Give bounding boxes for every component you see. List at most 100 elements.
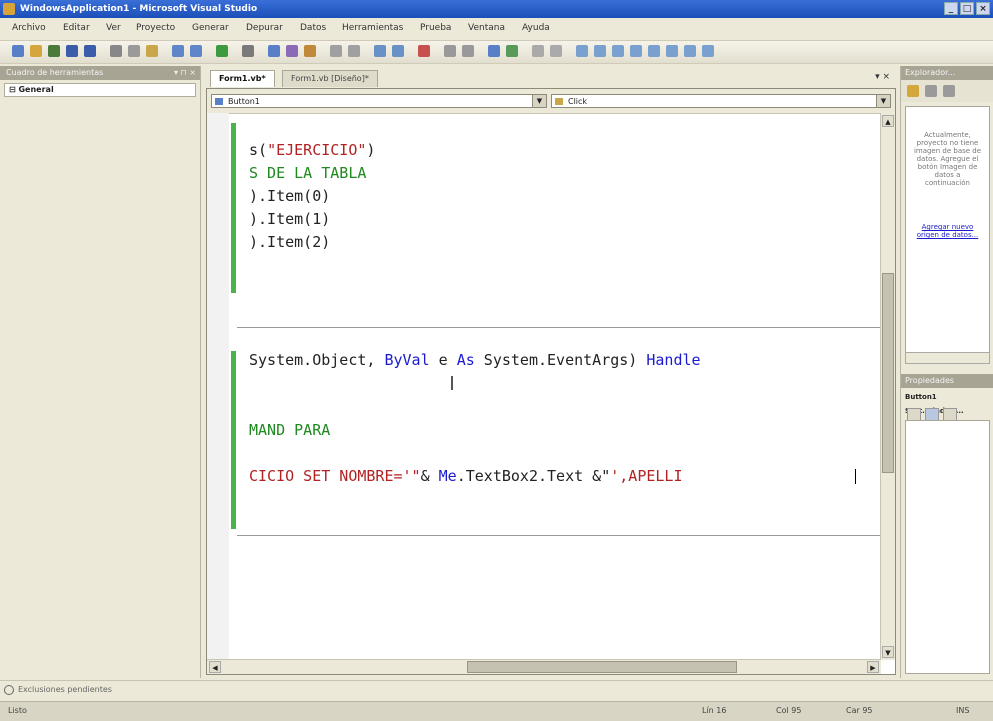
properties-grid[interactable] [905,420,990,674]
code-token: ).Item(1) [249,210,331,228]
lock-controls-icon[interactable] [630,45,642,57]
open-icon[interactable] [30,45,42,57]
minimize-button[interactable]: _ [944,2,958,15]
standard-toolbar [0,41,993,64]
uncomment-icon[interactable] [348,45,360,57]
menu-archivo[interactable]: Archivo [12,23,46,33]
format-icon[interactable] [532,45,544,57]
code-token: System.EventArgs) [474,351,647,369]
vertical-scrollbar[interactable]: ▲ ▼ [880,113,895,660]
scroll-left-icon[interactable]: ◀ [209,661,221,673]
menu-ayuda[interactable]: Ayuda [522,23,550,33]
bookmark-icon[interactable] [374,45,386,57]
data-sources-scrollbar[interactable] [905,352,990,364]
new-project-icon[interactable] [12,45,24,57]
tab-controls[interactable]: ▾ × [875,72,890,82]
code-text-area[interactable]: s("EJERCICIO") S DE LA TABLA ).Item(0) )… [237,113,881,660]
menu-datos[interactable]: Datos [300,23,326,33]
start-debug-icon[interactable] [216,45,228,57]
spacing-icon[interactable] [702,45,714,57]
code-token: Handle [646,351,701,369]
scroll-down-icon[interactable]: ▼ [882,646,894,658]
status-line: Lín 16 [702,706,727,715]
menu-depurar[interactable]: Depurar [246,23,283,33]
grid-icon[interactable] [648,45,660,57]
tab-order-icon[interactable] [612,45,624,57]
redo-icon[interactable] [190,45,202,57]
code-token: ByVal [384,351,430,369]
toolbox-icon[interactable] [304,45,316,57]
menu-editar[interactable]: Editar [63,23,90,33]
comment-icon[interactable] [330,45,342,57]
scroll-up-icon[interactable]: ▲ [882,115,894,127]
pending-checkins-bar: Exclusiones pendientes [0,680,993,701]
procedure-separator [237,327,881,328]
menu-ventana[interactable]: Ventana [468,23,505,33]
menu-ver[interactable]: Ver [106,23,121,33]
scroll-right-icon[interactable]: ▶ [867,661,879,673]
next-bookmark-icon[interactable] [392,45,404,57]
tab-form1-code[interactable]: Form1.vb* [210,70,275,87]
code-token: MAND PARA [249,421,331,439]
class-icon [215,98,223,105]
text-caret [855,469,856,484]
editor-navigation-bar: Button1 ▼ Click ▼ [207,89,895,114]
code-line: System.Object, ByVal e As System.EventAr… [249,351,701,369]
breakpoint-icon[interactable] [418,45,430,57]
code-token: CICIO SET NOMBRE='" [249,467,421,485]
add-data-source-icon[interactable] [907,85,919,97]
menu-herramientas[interactable]: Herramientas [342,23,403,33]
error-list-icon[interactable] [506,45,518,57]
refresh-icon[interactable] [943,85,955,97]
tab-form1-design[interactable]: Form1.vb [Diseño]* [282,70,378,87]
indent-icon[interactable] [462,45,474,57]
data-sources-content: Actualmente, proyecto no tiene imagen de… [905,106,990,360]
layout-icon[interactable] [594,45,606,57]
pending-checkins-label[interactable]: Exclusiones pendientes [18,685,112,694]
save-icon[interactable] [66,45,78,57]
object-browser-icon[interactable] [488,45,500,57]
chevron-down-icon[interactable]: ▼ [532,95,546,107]
edit-dataset-icon[interactable] [925,85,937,97]
close-button[interactable]: × [976,2,990,15]
add-item-icon[interactable] [48,45,60,57]
add-data-source-link[interactable]: Agregar nuevo origen de datos... [912,223,983,239]
outdent-icon[interactable] [444,45,456,57]
code-line: s("EJERCICIO") [249,141,375,159]
paste-icon[interactable] [146,45,158,57]
size-icon[interactable] [684,45,696,57]
code-line: MAND PARA [249,421,330,439]
copy-icon[interactable] [128,45,140,57]
center-icon[interactable] [666,45,678,57]
find-icon[interactable] [242,45,254,57]
menu-prueba[interactable]: Prueba [420,23,451,33]
properties-object-selector[interactable]: Button1 Syst.Window... [905,390,990,415]
align-icon[interactable] [550,45,562,57]
object-combo[interactable]: Button1 ▼ [211,94,547,108]
undo-icon[interactable] [172,45,184,57]
menu-proyecto[interactable]: Proyecto [136,23,175,33]
vertical-scroll-thumb[interactable] [882,273,894,473]
code-token: .TextBox2.Text &" [456,467,611,485]
data-sources-info: Actualmente, proyecto no tiene imagen de… [913,131,982,187]
toolbox-general-section[interactable]: ⊟ General [4,83,196,97]
maximize-button[interactable]: □ [960,2,974,15]
toolbox-title: Cuadro de herramientas [0,66,200,80]
indicator-margin [207,113,229,660]
status-character: Car 95 [846,706,873,715]
code-editor[interactable]: Button1 ▼ Click ▼ s("EJERCICIO") S DE LA… [206,88,896,675]
save-all-icon[interactable] [84,45,96,57]
horizontal-scrollbar[interactable]: ◀ ▶ [207,659,881,674]
chevron-down-icon[interactable]: ▼ [876,95,890,107]
horizontal-scroll-thumb[interactable] [467,661,737,673]
solution-explorer-icon[interactable] [268,45,280,57]
properties-panel: Propiedades Button1 Syst.Window... [901,374,993,678]
menu-generar[interactable]: Generar [192,23,229,33]
window-icon[interactable] [576,45,588,57]
cut-icon[interactable] [110,45,122,57]
properties-icon[interactable] [286,45,298,57]
event-combo[interactable]: Click ▼ [551,94,891,108]
status-insert-mode: INS [956,706,970,715]
toolbox-panel: Cuadro de herramientas ▾ ⊓ × ⊟ General [0,66,201,678]
toolbox-controls[interactable]: ▾ ⊓ × [174,66,196,80]
